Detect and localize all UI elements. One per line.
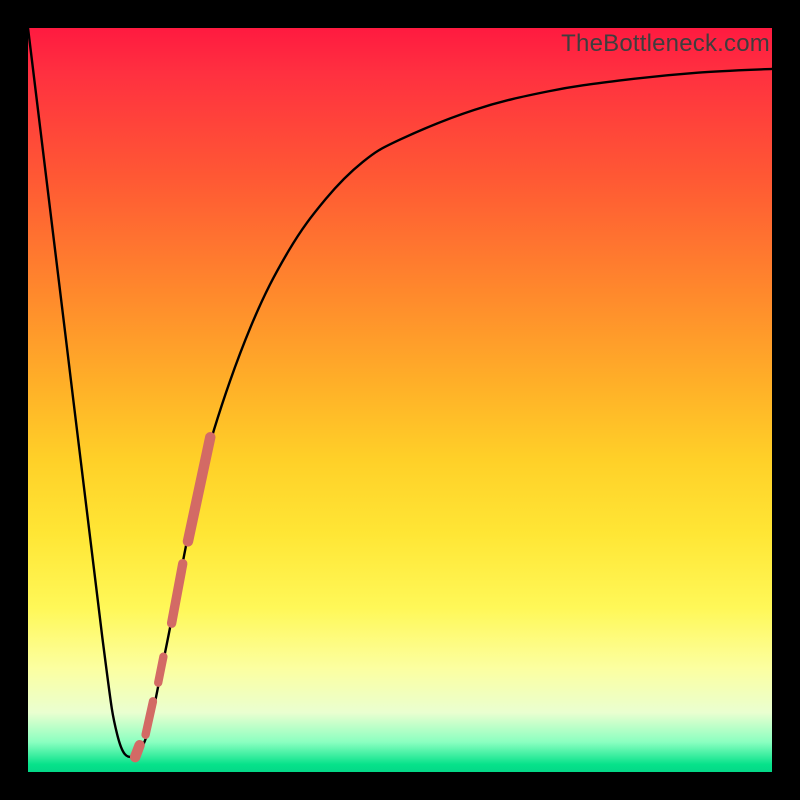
marker-dot-c <box>158 657 163 683</box>
chart-svg <box>28 28 772 772</box>
bottleneck-curve <box>28 28 772 757</box>
chart-frame: TheBottleneck.com <box>0 0 800 800</box>
marker-dot-d <box>146 701 153 734</box>
watermark-text: TheBottleneck.com <box>561 30 770 58</box>
marker-segment-a <box>188 437 210 541</box>
marker-dot-e <box>135 745 139 757</box>
markers-group <box>135 437 210 757</box>
marker-segment-b <box>172 564 183 624</box>
